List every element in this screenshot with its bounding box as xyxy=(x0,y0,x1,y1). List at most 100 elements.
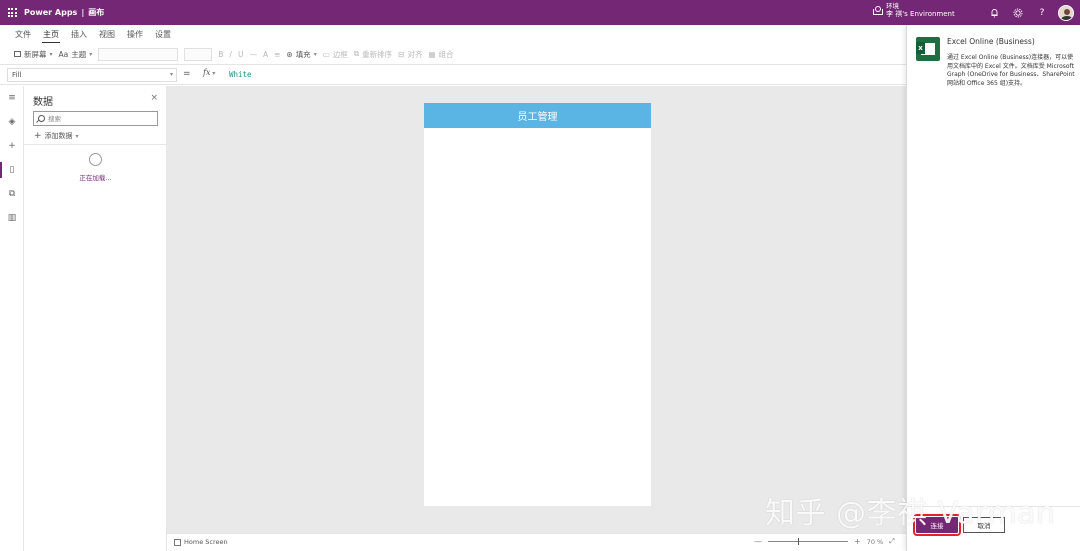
hamburger-icon[interactable]: ≡ xyxy=(0,86,24,110)
group-button[interactable]: ▦ 组合 xyxy=(428,49,453,60)
equals-sign: = xyxy=(183,69,191,79)
plus-icon[interactable]: + xyxy=(0,134,24,158)
bold-button[interactable]: B xyxy=(218,50,223,59)
zoom-value: 70 % xyxy=(866,537,884,546)
loading-spinner-icon xyxy=(89,153,102,166)
watermark: 知乎 @李祺 Varman xyxy=(765,496,1056,531)
strikethrough-button[interactable]: — xyxy=(249,50,257,59)
screen-header[interactable]: 员工管理 xyxy=(424,103,651,128)
theme-button[interactable]: Aa 主题 ▾ xyxy=(59,49,93,60)
text-align-button[interactable]: ≡ xyxy=(274,50,280,59)
app-name[interactable]: Power Apps xyxy=(24,8,77,17)
avatar[interactable] xyxy=(1058,4,1074,21)
function-icon[interactable]: fx ▾ xyxy=(203,68,215,77)
underline-button[interactable]: U xyxy=(238,50,244,59)
chevron-down-icon: ▾ xyxy=(89,50,93,58)
ribbon-toolbar: 新屏幕 ▾ Aa 主题 ▾ B / U — A ≡ ⊛ 填充 ▾ ▭ 边框 ⧉ … xyxy=(0,44,906,64)
app-brand: Power Apps | 画布 xyxy=(24,7,104,18)
zoom-out-button[interactable]: — xyxy=(754,537,762,546)
formula-bar: Fill ▾ = fx ▾ White xyxy=(0,64,906,85)
chevron-down-icon: ▾ xyxy=(210,70,216,77)
environment-name: 李 祺's Environment xyxy=(886,10,955,18)
status-bar: Home Screen — + 70 % ⤢ xyxy=(167,533,906,551)
panel-title: 数据 xyxy=(33,97,53,108)
new-screen-icon xyxy=(14,51,21,57)
border-label: 边框 xyxy=(332,49,348,59)
brand-separator: | xyxy=(81,8,85,17)
align-button[interactable]: ⊟ 对齐 xyxy=(398,49,422,60)
divider xyxy=(24,144,166,145)
menu-file[interactable]: 文件 xyxy=(14,27,32,42)
group-label: 组合 xyxy=(438,49,454,59)
chevron-down-icon: ▾ xyxy=(75,132,79,140)
font-family-select[interactable] xyxy=(98,47,179,61)
border-button[interactable]: ▭ 边框 xyxy=(323,49,348,60)
zoom-slider[interactable] xyxy=(768,538,848,545)
property-value: Fill xyxy=(12,71,22,79)
align-icon: ⊟ xyxy=(398,49,405,59)
design-canvas[interactable]: 员工管理 xyxy=(167,86,906,533)
menu-settings[interactable]: 设置 xyxy=(154,27,172,42)
loading-text: 正在加载... xyxy=(79,174,112,182)
property-dropdown[interactable]: Fill ▾ xyxy=(7,68,177,82)
group-icon: ▦ xyxy=(428,49,436,59)
italic-button[interactable]: / xyxy=(229,50,232,59)
tools-icon[interactable]: ▥ xyxy=(0,206,24,230)
chevron-down-icon: ▾ xyxy=(49,50,53,58)
gear-icon[interactable] xyxy=(1006,0,1030,25)
fill-label: 填充 xyxy=(295,49,311,59)
app-header: Power Apps | 画布 环境 李 祺's Environment ? xyxy=(0,0,1080,25)
theme-icon: Aa xyxy=(58,49,69,59)
menu-home[interactable]: 主页 xyxy=(42,27,60,43)
zoom-slider-thumb[interactable] xyxy=(798,538,799,545)
reorder-icon: ⧉ xyxy=(353,49,360,58)
font-size-select[interactable] xyxy=(184,47,213,61)
chevron-down-icon: ▾ xyxy=(313,50,317,58)
environment-label: 环境 xyxy=(886,2,899,10)
search-icon xyxy=(38,115,45,122)
database-icon[interactable]: ▯ xyxy=(0,158,24,182)
help-icon[interactable]: ? xyxy=(1030,0,1054,25)
fill-button[interactable]: ⊛ 填充 ▾ xyxy=(286,49,316,60)
bell-icon[interactable] xyxy=(982,0,1006,25)
border-icon: ▭ xyxy=(322,49,330,59)
connector-description: 通过 Excel Online (Business)连接器，可以使用文档库中的 … xyxy=(947,54,1075,87)
align-label: 对齐 xyxy=(407,49,423,59)
reorder-label: 重新排序 xyxy=(362,49,393,59)
excel-icon xyxy=(916,37,940,61)
search-input[interactable] xyxy=(48,114,148,123)
search-box xyxy=(33,111,158,126)
media-icon[interactable]: ⧉ xyxy=(0,182,24,206)
app-context: 画布 xyxy=(88,8,105,17)
add-data-label: 添加数据 xyxy=(44,132,73,140)
connector-panel: Excel Online (Business) 通过 Excel Online … xyxy=(906,25,1080,551)
screen-checkbox[interactable] xyxy=(174,539,181,546)
zoom-in-button[interactable]: + xyxy=(854,537,861,546)
chevron-down-icon: ▾ xyxy=(169,71,173,78)
theme-label: 主题 xyxy=(71,49,87,59)
data-panel: 数据 × + 添加数据 ▾ 正在加载... xyxy=(24,86,167,551)
reorder-button[interactable]: ⧉ 重新排序 xyxy=(354,49,392,60)
menu-action[interactable]: 操作 xyxy=(126,27,144,42)
environment-picker[interactable]: 环境 李 祺's Environment xyxy=(872,2,955,18)
new-screen-button[interactable]: 新屏幕 ▾ xyxy=(14,49,53,60)
connector-title: Excel Online (Business) xyxy=(947,37,1035,46)
menu-insert[interactable]: 插入 xyxy=(70,27,88,42)
font-color-button[interactable]: A xyxy=(263,50,268,59)
plus-icon: + xyxy=(34,131,42,141)
app-screen[interactable]: 员工管理 xyxy=(424,103,651,506)
waffle-icon[interactable] xyxy=(0,0,24,25)
menu-view[interactable]: 视图 xyxy=(98,27,116,42)
formula-input[interactable]: White xyxy=(229,70,252,79)
layers-icon[interactable]: ◈ xyxy=(0,110,24,134)
new-screen-label: 新屏幕 xyxy=(24,49,47,59)
main-menu: 文件 主页 插入 视图 操作 设置 xyxy=(0,25,906,44)
screen-selector[interactable]: Home Screen xyxy=(184,538,228,546)
fit-to-window-icon[interactable]: ⤢ xyxy=(889,537,895,546)
add-data-button[interactable]: + 添加数据 ▾ xyxy=(34,131,79,141)
zoom-control: — + 70 % ⤢ xyxy=(754,537,895,546)
paint-bucket-icon: ⊛ xyxy=(286,49,293,59)
left-rail: ≡ ◈ + ▯ ⧉ ▥ xyxy=(0,86,24,551)
environment-icon xyxy=(872,5,883,15)
close-icon[interactable]: × xyxy=(150,93,158,103)
